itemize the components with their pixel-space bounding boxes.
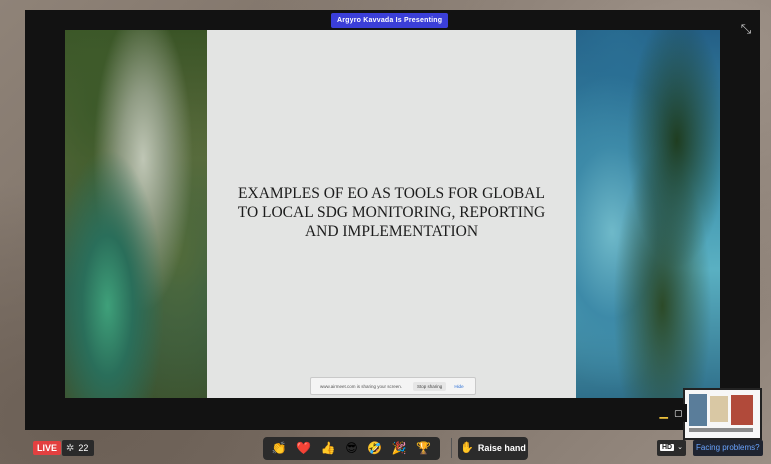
- thumbnail-controls: ▁ ▢: [655, 404, 687, 422]
- clap-reaction-button[interactable]: 👏: [272, 437, 287, 460]
- party-reaction-button[interactable]: 🎉: [392, 437, 407, 460]
- collapse-icon[interactable]: ⤡: [737, 20, 755, 38]
- facing-problems-link[interactable]: Facing problems?: [693, 440, 763, 456]
- live-badge: LIVE: [33, 441, 61, 455]
- share-banner-message: www.airmeet.com is sharing your screen.: [320, 383, 403, 389]
- presenter-badge: Argyro Kavvada Is Presenting: [331, 13, 449, 28]
- slide-title-line: EXAMPLES OF EO AS TOOLS FOR GLOBAL: [238, 185, 545, 202]
- cool-reaction-button[interactable]: 😎: [345, 437, 358, 460]
- viewers-icon: ✲: [66, 443, 75, 454]
- minimize-icon[interactable]: ▁: [660, 407, 668, 419]
- maximize-icon[interactable]: ▢: [674, 408, 683, 418]
- thumbnail-image: [731, 395, 753, 425]
- quality-select[interactable]: HD ⌄: [657, 440, 686, 456]
- quality-label: HD: [660, 444, 675, 451]
- heart-reaction-button[interactable]: ❤️: [296, 437, 311, 460]
- reactions-bar: 👏 ❤️ 👍 😎 🤣 🎉 🏆: [263, 437, 440, 460]
- toolbar-divider: [451, 438, 452, 458]
- satellite-image-left: [65, 30, 207, 398]
- satellite-image-right: [576, 30, 720, 398]
- viewer-count[interactable]: ✲ 22: [62, 440, 95, 456]
- stop-sharing-button[interactable]: Stop sharing: [413, 381, 447, 391]
- screen-share-banner: www.airmeet.com is sharing your screen. …: [310, 377, 476, 395]
- chevron-down-icon: ⌄: [677, 444, 683, 451]
- thumbnail-image: [689, 394, 707, 426]
- hand-icon: ✋: [460, 442, 474, 454]
- thumbs-up-reaction-button[interactable]: 👍: [321, 437, 336, 460]
- slide-title-line: TO LOCAL SDG MONITORING, REPORTING: [237, 204, 546, 221]
- slide-title: EXAMPLES OF EO AS TOOLS FOR GLOBAL TO LO…: [207, 184, 576, 241]
- raise-hand-button[interactable]: ✋ Raise hand: [458, 437, 528, 460]
- self-view-thumbnail[interactable]: [683, 388, 762, 440]
- thumbnail-image: [689, 428, 753, 432]
- thumbnail-image: [710, 396, 728, 422]
- viewer-count-value: 22: [78, 443, 89, 453]
- raise-hand-label: Raise hand: [477, 443, 526, 453]
- slide: EXAMPLES OF EO AS TOOLS FOR GLOBAL TO LO…: [207, 30, 576, 398]
- slide-title-line: AND IMPLEMENTATION: [304, 223, 479, 240]
- laugh-reaction-button[interactable]: 🤣: [367, 437, 382, 460]
- hide-banner-link[interactable]: Hide: [454, 384, 463, 389]
- trophy-reaction-button[interactable]: 🏆: [416, 437, 431, 460]
